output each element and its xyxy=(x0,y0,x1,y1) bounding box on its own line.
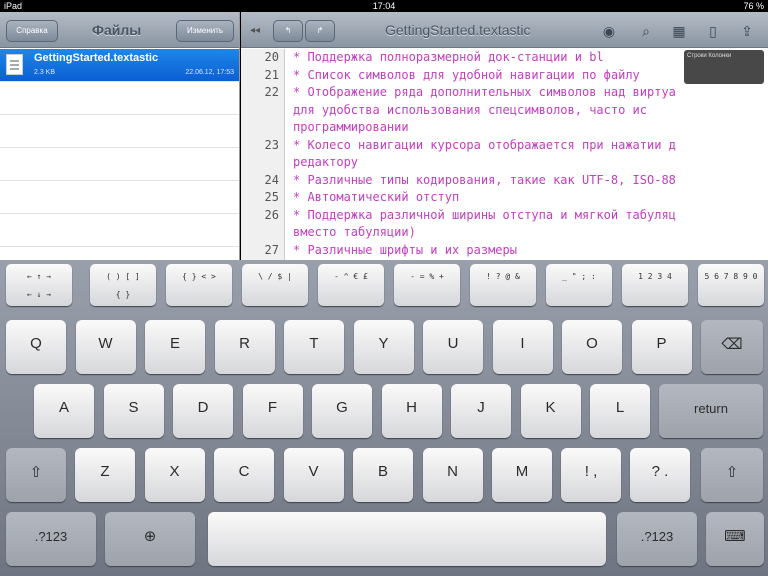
sidebar-toolbar: Справка Файлы Изменить xyxy=(0,12,239,48)
code-line[interactable]: программировании xyxy=(293,120,409,134)
key-v[interactable]: V xyxy=(283,448,344,502)
key-j[interactable]: J xyxy=(451,384,511,438)
key-q[interactable]: Q xyxy=(6,320,66,374)
code-line[interactable]: для удобства использования спецсимволов,… xyxy=(293,103,647,117)
question-period-key[interactable]: ? . xyxy=(630,448,690,502)
file-item[interactable]: GettingStarted.textastic 2.3 KB 22.06.12… xyxy=(0,49,239,82)
file-name: GettingStarted.textastic xyxy=(34,52,159,64)
key-o[interactable]: O xyxy=(562,320,622,374)
status-bar: iPad 17:04 76 % xyxy=(0,0,768,12)
symbol-key[interactable]: 1 2 3 4 xyxy=(622,264,688,306)
key-w[interactable]: W xyxy=(75,320,136,374)
key-m[interactable]: M xyxy=(492,448,552,502)
key-f[interactable]: F xyxy=(242,384,303,438)
symbols-icon[interactable]: ▦ xyxy=(669,21,689,41)
key-g[interactable]: G xyxy=(312,384,372,438)
code-line[interactable]: * Колесо навигации курсора отображается … xyxy=(293,138,676,152)
code-line[interactable]: * Различные типы кодирования, такие как … xyxy=(293,173,676,187)
numbers-key[interactable]: .?123 xyxy=(6,512,96,566)
symbol-key[interactable]: - ^ € £ xyxy=(318,264,384,306)
edit-button[interactable]: Изменить xyxy=(176,20,234,42)
key-t[interactable]: T xyxy=(284,320,344,374)
key-l[interactable]: L xyxy=(590,384,650,438)
key-h[interactable]: H xyxy=(381,384,442,438)
undo-button[interactable]: ↰ xyxy=(273,20,303,42)
shift-key[interactable]: ⇧ xyxy=(6,448,66,502)
empty-row xyxy=(0,181,239,214)
line-number: 21 xyxy=(264,67,279,82)
collapse-icon[interactable]: ◂◂ xyxy=(245,21,265,41)
key-n[interactable]: N xyxy=(422,448,483,502)
return-key[interactable]: return xyxy=(659,384,763,438)
symbol-key[interactable]: 5 6 7 8 9 0 xyxy=(698,264,764,306)
editor-pane: ◂◂ ↰ ↱ GettingStarted.textastic ◉ ⌕ ▦ ▯ … xyxy=(241,12,768,260)
numbers-key-right[interactable]: .?123 xyxy=(617,512,697,566)
symbol-key[interactable]: ← ↑ → ← ↓ → xyxy=(6,264,72,306)
code-line[interactable]: * Список символов для удобной навигации … xyxy=(293,68,640,82)
shift-key-right[interactable]: ⇧ xyxy=(701,448,763,502)
empty-row xyxy=(0,214,239,247)
line-number: 20 xyxy=(264,50,279,64)
keyboard-hide-icon[interactable]: ⌨ xyxy=(706,512,764,566)
code-line[interactable]: редактору xyxy=(293,155,358,169)
line-number: 26 xyxy=(264,207,279,222)
battery: 76 % xyxy=(743,1,764,11)
key-s[interactable]: S xyxy=(103,384,164,438)
key-c[interactable]: C xyxy=(214,448,274,502)
symbol-key[interactable]: { } < > xyxy=(166,264,232,306)
file-size: 2.3 KB xyxy=(34,69,56,76)
key-a[interactable]: A xyxy=(34,384,94,438)
code-line[interactable]: вместо табуляции) xyxy=(293,225,416,239)
space-bar[interactable] xyxy=(208,512,606,566)
exclaim-comma-key[interactable]: ! , xyxy=(561,448,621,502)
empty-row xyxy=(0,115,239,148)
symbol-key[interactable]: - = % + xyxy=(394,264,460,306)
search-icon[interactable]: ⌕ xyxy=(636,21,656,41)
code-line[interactable]: * Автоматический отступ xyxy=(293,190,459,204)
key-b[interactable]: B xyxy=(353,448,413,502)
symbol-key[interactable]: _ " ; : xyxy=(546,264,612,306)
key-d[interactable]: D xyxy=(173,384,233,438)
eye-icon[interactable]: ◉ xyxy=(599,21,619,41)
redo-button[interactable]: ↱ xyxy=(305,20,335,42)
document-icon[interactable]: ▯ xyxy=(703,21,723,41)
document-icon xyxy=(6,54,23,75)
sidebar-title: Файлы xyxy=(92,22,142,38)
code-line[interactable]: * Поддержка различной ширины отступа и м… xyxy=(293,208,676,222)
key-p[interactable]: P xyxy=(631,320,692,374)
key-e[interactable]: E xyxy=(145,320,205,374)
empty-row xyxy=(0,82,239,115)
keyboard: ← ↑ → ← ↓ → ( ) [ ]{ }{ } < > \ / $ | - ^ € … xyxy=(0,260,768,576)
line-number: 25 xyxy=(264,190,279,204)
symbol-key[interactable]: \ / $ | xyxy=(242,264,308,306)
backspace-key[interactable]: ⌫ xyxy=(701,320,763,374)
key-i[interactable]: I xyxy=(492,320,553,374)
file-sidebar: Справка Файлы Изменить GettingStarted.te… xyxy=(0,12,240,260)
line-number: 24 xyxy=(264,172,279,187)
code-line[interactable]: * Отображение ряда дополнительных символ… xyxy=(293,85,676,99)
file-date: 22.06.12, 17:53 xyxy=(185,69,234,76)
key-y[interactable]: Y xyxy=(353,320,414,374)
line-number: 23 xyxy=(264,137,279,152)
key-z[interactable]: Z xyxy=(75,448,135,502)
code-line[interactable]: * Поддержка полноразмерной док-станции и… xyxy=(293,50,604,64)
line-number: 27 xyxy=(264,242,279,257)
clock: 17:04 xyxy=(372,1,396,11)
line-number: 22 xyxy=(264,85,279,99)
share-icon[interactable]: ⇪ xyxy=(737,21,757,41)
empty-row xyxy=(0,148,239,181)
help-button[interactable]: Справка xyxy=(6,20,58,42)
cursor-tooltip: Строки Колонки xyxy=(684,50,764,84)
key-r[interactable]: R xyxy=(214,320,275,374)
globe-icon[interactable]: ⊕ xyxy=(105,512,195,566)
symbol-key[interactable]: ! ? @ & xyxy=(470,264,536,306)
symbol-key[interactable]: ( ) [ ]{ } xyxy=(90,264,156,306)
key-u[interactable]: U xyxy=(423,320,483,374)
key-x[interactable]: X xyxy=(144,448,205,502)
key-k[interactable]: K xyxy=(520,384,581,438)
editor-title: GettingStarted.textastic xyxy=(385,22,531,38)
editor-toolbar: ◂◂ ↰ ↱ GettingStarted.textastic ◉ ⌕ ▦ ▯ … xyxy=(241,12,768,48)
code-line[interactable]: * Различные шрифты и их размеры xyxy=(293,243,517,257)
